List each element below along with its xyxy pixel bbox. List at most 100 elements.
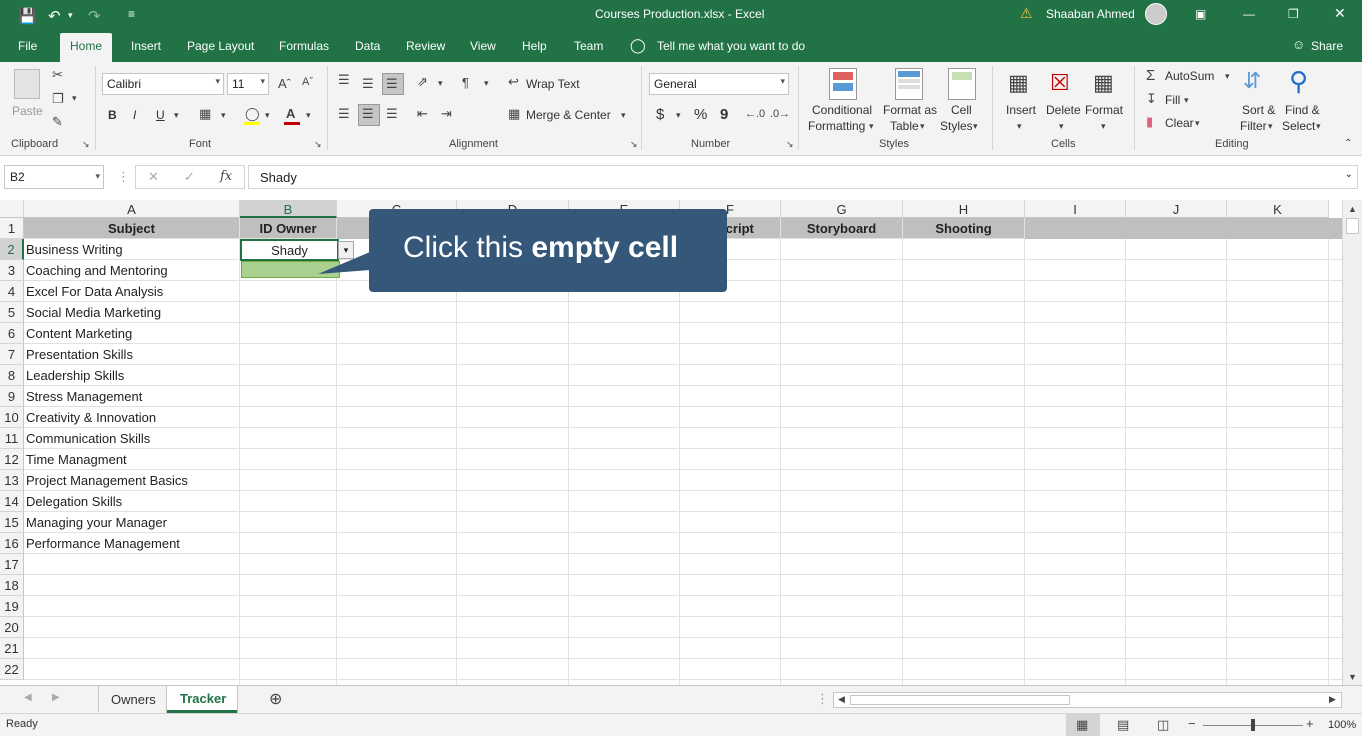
customize-qat-icon[interactable]: ≡ (128, 7, 135, 21)
clipboard-launcher-icon[interactable]: ↘ (82, 139, 90, 150)
chevron-down-icon[interactable]: ▾ (1316, 121, 1321, 132)
row-header[interactable]: 22 (0, 659, 24, 680)
scroll-right-icon[interactable]: ▶ (1329, 694, 1336, 705)
number-launcher-icon[interactable]: ↘ (786, 139, 794, 150)
decrease-decimal-icon[interactable]: .0→ (770, 108, 790, 120)
chevron-down-icon[interactable]: ▾ (920, 121, 925, 132)
column-header-j[interactable]: J (1126, 200, 1227, 218)
font-color-icon[interactable]: A (286, 106, 295, 121)
align-left-icon[interactable]: ☰ (338, 106, 350, 122)
save-icon[interactable]: 💾 (18, 7, 37, 25)
format-as-table-label-1[interactable]: Format as (883, 103, 937, 117)
number-format-combo[interactable]: General ▾ (649, 73, 789, 95)
subject-cell[interactable]: Presentation Skills (24, 344, 240, 365)
column-header-g[interactable]: G (781, 200, 903, 218)
row-header[interactable]: 14 (0, 491, 24, 512)
row-header[interactable]: 18 (0, 575, 24, 596)
chevron-down-icon[interactable]: ▾ (869, 121, 874, 132)
vertical-scrollbar[interactable]: ▲ ▼ (1342, 200, 1362, 685)
currency-dropdown-icon[interactable]: ▾ (676, 110, 681, 121)
row-header[interactable]: 16 (0, 533, 24, 554)
header-cell-storyboard[interactable]: Storyboard (781, 218, 903, 239)
select-all-button[interactable] (0, 200, 24, 218)
increase-font-icon[interactable]: Aˆ (278, 76, 291, 91)
column-header-h[interactable]: H (903, 200, 1025, 218)
chevron-down-icon[interactable]: ▾ (1195, 118, 1200, 129)
cut-icon[interactable]: ✂ (52, 67, 63, 83)
expand-formula-bar-icon[interactable]: ⌄ (1345, 169, 1353, 180)
merge-center-button[interactable]: Merge & Center (526, 108, 611, 122)
close-icon[interactable]: ✕ (1334, 5, 1346, 22)
subject-cell[interactable]: Delegation Skills (24, 491, 240, 512)
autosum-button[interactable]: AutoSum (1165, 69, 1214, 83)
tab-view[interactable]: View (470, 39, 496, 53)
scroll-up-icon[interactable]: ▲ (1348, 204, 1357, 214)
add-sheet-icon[interactable]: ⊕ (269, 689, 282, 709)
undo-icon[interactable]: ↶ (48, 7, 61, 25)
bold-button[interactable]: B (108, 108, 117, 122)
copy-icon[interactable]: ❐ (52, 91, 64, 107)
row-header[interactable]: 17 (0, 554, 24, 575)
font-launcher-icon[interactable]: ↘ (314, 139, 322, 150)
chevron-down-icon[interactable]: ▾ (1017, 121, 1022, 132)
row-header[interactable]: 7 (0, 344, 24, 365)
tab-formulas[interactable]: Formulas (279, 39, 329, 53)
row-header[interactable]: 5 (0, 302, 24, 323)
underline-dropdown-icon[interactable]: ▾ (174, 110, 179, 121)
comma-button[interactable]: 9 (720, 106, 728, 123)
ribbon-display-options-icon[interactable]: ▣ (1195, 7, 1206, 21)
user-name[interactable]: Shaaban Ahmed (1046, 7, 1135, 21)
subject-cell[interactable]: Stress Management (24, 386, 240, 407)
row-header[interactable]: 11 (0, 428, 24, 449)
header-cell-id-owner[interactable]: ID Owner (240, 218, 337, 239)
chevron-down-icon[interactable]: ▾ (1059, 121, 1064, 132)
name-box[interactable]: B2 ▾ (4, 165, 104, 189)
paste-button[interactable]: Paste (12, 104, 43, 118)
sheet-tab-tracker[interactable]: Tracker (167, 686, 237, 713)
clear-button[interactable]: Clear (1165, 116, 1194, 130)
increase-decimal-icon[interactable]: ←.0 (745, 108, 765, 120)
borders-dropdown-icon[interactable]: ▾ (221, 110, 226, 121)
decrease-font-icon[interactable]: Aˇ (302, 76, 313, 88)
find-select-label-1[interactable]: Find & (1285, 103, 1320, 117)
font-size-combo[interactable]: 11 ▾ (227, 73, 269, 95)
percent-button[interactable]: % (694, 106, 707, 123)
header-cell-shooting[interactable]: Shooting (903, 218, 1025, 239)
sheet-tab-owners[interactable]: Owners (111, 692, 156, 707)
scroll-left-icon[interactable]: ◀ (838, 694, 845, 705)
more-options-icon[interactable]: ⋮ (117, 169, 130, 185)
restore-icon[interactable]: ❐ (1288, 7, 1299, 21)
prev-sheet-icon[interactable]: ◀ (24, 692, 32, 703)
underline-button[interactable]: U (156, 108, 165, 122)
alignment-launcher-icon[interactable]: ↘ (630, 139, 638, 150)
column-header-k[interactable]: K (1227, 200, 1329, 218)
sort-filter-label-1[interactable]: Sort & (1242, 103, 1275, 117)
avatar[interactable] (1145, 3, 1167, 25)
subject-cell[interactable]: Content Marketing (24, 323, 240, 344)
format-painter-icon[interactable]: ✎ (52, 114, 63, 130)
column-header-i[interactable]: I (1025, 200, 1126, 218)
conditional-formatting-label-1[interactable]: Conditional (812, 103, 872, 117)
fill-color-dropdown-icon[interactable]: ▾ (265, 110, 270, 121)
row-header[interactable]: 2 (0, 239, 24, 260)
borders-icon[interactable]: ▦ (199, 106, 211, 122)
row-header[interactable]: 9 (0, 386, 24, 407)
row-header[interactable]: 1 (0, 218, 24, 239)
collapse-ribbon-icon[interactable]: ⌃ (1344, 138, 1352, 149)
row-header[interactable]: 8 (0, 365, 24, 386)
scroll-down-icon[interactable]: ▼ (1348, 672, 1357, 682)
column-header-b[interactable]: B (240, 200, 337, 218)
split-handle-icon[interactable]: ⋮ (816, 691, 829, 707)
share-button[interactable]: Share (1311, 39, 1343, 53)
subject-cell[interactable]: Coaching and Mentoring (24, 260, 240, 281)
cancel-icon[interactable]: ✕ (148, 169, 159, 185)
enter-icon[interactable]: ✓ (184, 169, 195, 185)
find-select-label-2[interactable]: Select (1282, 119, 1315, 133)
orientation-dropdown-icon[interactable]: ▾ (438, 78, 443, 89)
tab-home[interactable]: Home (60, 33, 113, 62)
header-cell-subject[interactable]: Subject (24, 218, 240, 239)
page-layout-view-icon[interactable]: ▤ (1117, 717, 1129, 733)
tab-data[interactable]: Data (355, 39, 380, 53)
subject-cell[interactable]: Business Writing (24, 239, 240, 260)
tab-insert[interactable]: Insert (131, 39, 161, 53)
